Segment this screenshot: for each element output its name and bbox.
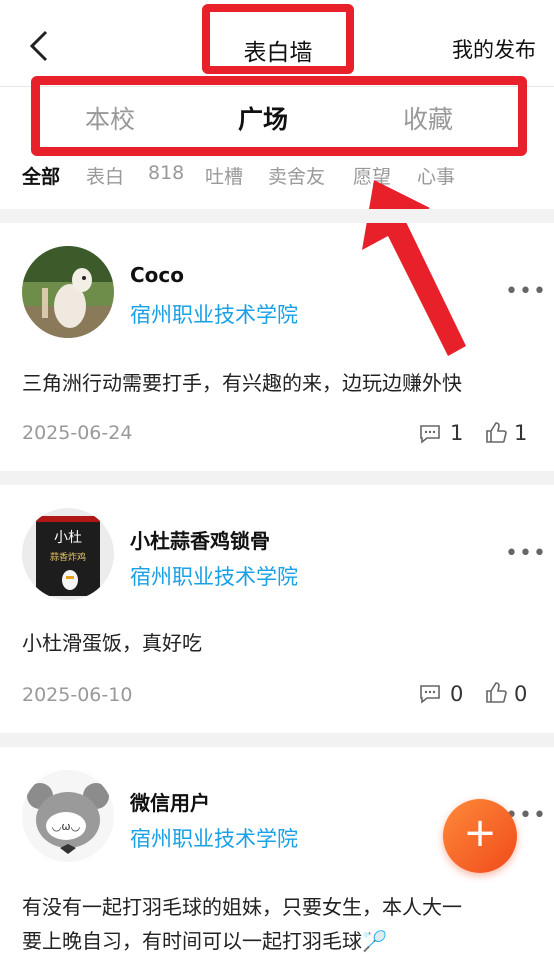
category-all[interactable]: 全部 <box>22 162 60 189</box>
post-content[interactable]: 小杜滑蛋饭，真好吃 <box>22 627 202 656</box>
section-divider <box>0 471 554 485</box>
category-complain[interactable]: 吐槽 <box>205 162 243 189</box>
post-author[interactable]: 小杜蒜香鸡锁骨 <box>130 525 270 554</box>
more-options-icon[interactable]: ••• <box>505 541 547 566</box>
tab-favorites[interactable]: 收藏 <box>403 100 453 136</box>
svg-text:蒜香炸鸡: 蒜香炸鸡 <box>50 551 86 563</box>
comment-count: 0 <box>450 682 464 706</box>
post-card[interactable]: 小杜 蒜香炸鸡 小杜蒜香鸡锁骨 宿州职业技术学院 ••• 小杜滑蛋饭，真好吃 2… <box>0 485 554 733</box>
post-school[interactable]: 宿州职业技术学院 <box>130 299 298 329</box>
post-card[interactable]: Coco 宿州职业技术学院 ••• 三角洲行动需要打手，有兴趣的来，边玩边赚外快… <box>0 223 554 471</box>
post-author[interactable]: 微信用户 <box>130 787 210 816</box>
category-tabs: 全部 表白 818 吐槽 卖舍友 愿望 心事 <box>0 162 554 198</box>
category-roommate[interactable]: 卖舍友 <box>268 162 325 189</box>
more-options-icon[interactable]: ••• <box>505 279 547 304</box>
avatar[interactable]: ◡ω◡ <box>22 770 114 862</box>
avatar[interactable] <box>22 246 114 338</box>
title-highlight-box: 表白墙 <box>202 4 354 74</box>
comment-icon[interactable] <box>418 682 442 706</box>
post-author[interactable]: Coco <box>130 263 184 287</box>
my-posts-link[interactable]: 我的发布 <box>452 34 536 64</box>
svg-text:小杜: 小杜 <box>54 530 82 546</box>
back-arrow-icon[interactable] <box>22 26 62 66</box>
svg-text:◡ω◡: ◡ω◡ <box>52 820 80 833</box>
avatar[interactable]: 小杜 蒜香炸鸡 <box>22 508 114 600</box>
post-date: 2025-06-24 <box>22 422 133 444</box>
tab-square[interactable]: 广场 <box>238 100 288 136</box>
like-count: 1 <box>514 421 528 445</box>
like-icon[interactable] <box>484 681 508 705</box>
category-confession[interactable]: 表白 <box>86 162 124 189</box>
section-divider <box>0 733 554 747</box>
like-count: 0 <box>514 682 528 706</box>
post-school[interactable]: 宿州职业技术学院 <box>130 561 298 591</box>
comment-icon[interactable] <box>418 422 442 446</box>
plus-icon: + <box>463 810 497 856</box>
section-divider <box>0 209 554 223</box>
post-date: 2025-06-10 <box>22 684 133 706</box>
comment-count: 1 <box>450 421 464 445</box>
tab-school[interactable]: 本校 <box>85 100 135 136</box>
category-818[interactable]: 818 <box>148 162 184 184</box>
page-title: 表白墙 <box>243 40 313 66</box>
like-icon[interactable] <box>484 421 508 445</box>
add-post-button[interactable]: + <box>443 799 517 873</box>
post-content-line[interactable]: 有没有一起打羽毛球的姐妹，只要女生，本人大一 <box>22 891 462 920</box>
post-school[interactable]: 宿州职业技术学院 <box>130 823 298 853</box>
post-content[interactable]: 三角洲行动需要打手，有兴趣的来，边玩边赚外快 <box>22 367 462 396</box>
post-content-line[interactable]: 要上晚自习，有时间可以一起打羽毛球🏸 <box>22 925 387 954</box>
